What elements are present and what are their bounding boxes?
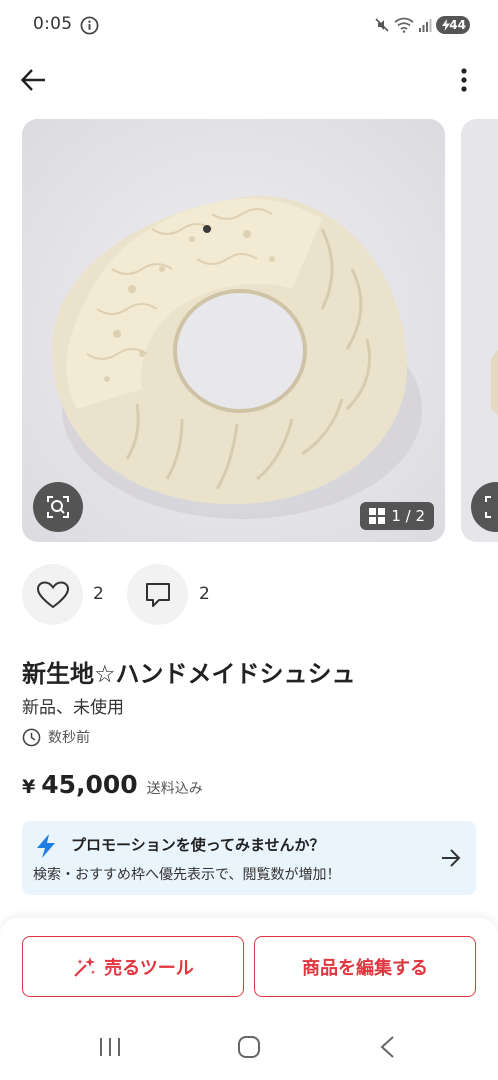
edit-item-label: 商品を編集する (302, 957, 428, 979)
comment-icon (145, 582, 170, 607)
sell-tools-button[interactable]: 売るツール (22, 936, 244, 997)
signal-icon (419, 19, 432, 32)
heart-icon (36, 580, 69, 608)
battery-level: 44 (449, 18, 466, 32)
info-icon (80, 16, 99, 35)
page-indicator-text: 1 / 2 (391, 507, 425, 525)
lens-search-icon (47, 496, 69, 518)
next-photo-image (461, 119, 498, 542)
sparkle-wand-icon (74, 956, 96, 977)
arrow-right-icon (442, 849, 461, 867)
price-amount: 45,000 (41, 770, 138, 799)
next-product-photo[interactable] (461, 119, 498, 542)
like-button[interactable] (22, 564, 83, 625)
scrunchie-image (22, 119, 445, 542)
back-arrow-icon[interactable] (18, 64, 50, 96)
comment-count: 2 (199, 584, 210, 604)
lens-search-icon (485, 496, 491, 518)
price-currency: ¥ (22, 776, 36, 798)
charging-icon (442, 19, 450, 31)
posted-time: 数秒前 (48, 730, 90, 746)
grid-icon (369, 508, 386, 524)
promotion-description: 検索・おすすめ枠へ優先表示で、閲覧数が増加！ (33, 867, 341, 883)
shipping-note: 送料込み (146, 781, 203, 797)
image-search-button[interactable] (33, 482, 83, 532)
promotion-title: プロモーションを使ってみませんか？ (71, 836, 325, 854)
item-condition: 新品、未使用 (22, 698, 124, 718)
system-navigation-bar (0, 1020, 498, 1080)
recents-icon[interactable] (98, 1036, 122, 1058)
price-row: ¥ 45,000 送料込み (22, 770, 203, 799)
home-icon[interactable] (237, 1035, 261, 1059)
bottom-action-bar: 売るツール 商品を編集する (0, 918, 498, 1020)
edit-item-button[interactable]: 商品を編集する (254, 936, 476, 997)
status-time: 0:05 (33, 14, 73, 34)
system-back-icon[interactable] (378, 1035, 398, 1059)
comment-button[interactable] (127, 564, 188, 625)
like-count: 2 (93, 584, 104, 604)
photo-page-indicator: 1 / 2 (360, 502, 434, 530)
promotion-banner[interactable]: プロモーションを使ってみませんか？ 検索・おすすめ枠へ優先表示で、閲覧数が増加！ (22, 821, 476, 895)
lightning-icon (37, 834, 55, 858)
posted-time-row: 数秒前 (22, 727, 90, 747)
wifi-icon (394, 17, 414, 33)
more-options-icon[interactable] (452, 64, 476, 96)
status-bar: 0:05 44 (0, 0, 498, 52)
clock-icon (22, 728, 41, 746)
next-image-search-button[interactable] (471, 482, 498, 532)
sell-tools-label: 売るツール (104, 957, 194, 979)
item-title: 新生地☆ハンドメイドシュシュ (22, 660, 356, 688)
status-icons: 44 (374, 15, 470, 35)
battery-indicator: 44 (436, 16, 470, 34)
product-photo[interactable]: 1 / 2 (22, 119, 445, 542)
mute-icon (375, 18, 389, 32)
